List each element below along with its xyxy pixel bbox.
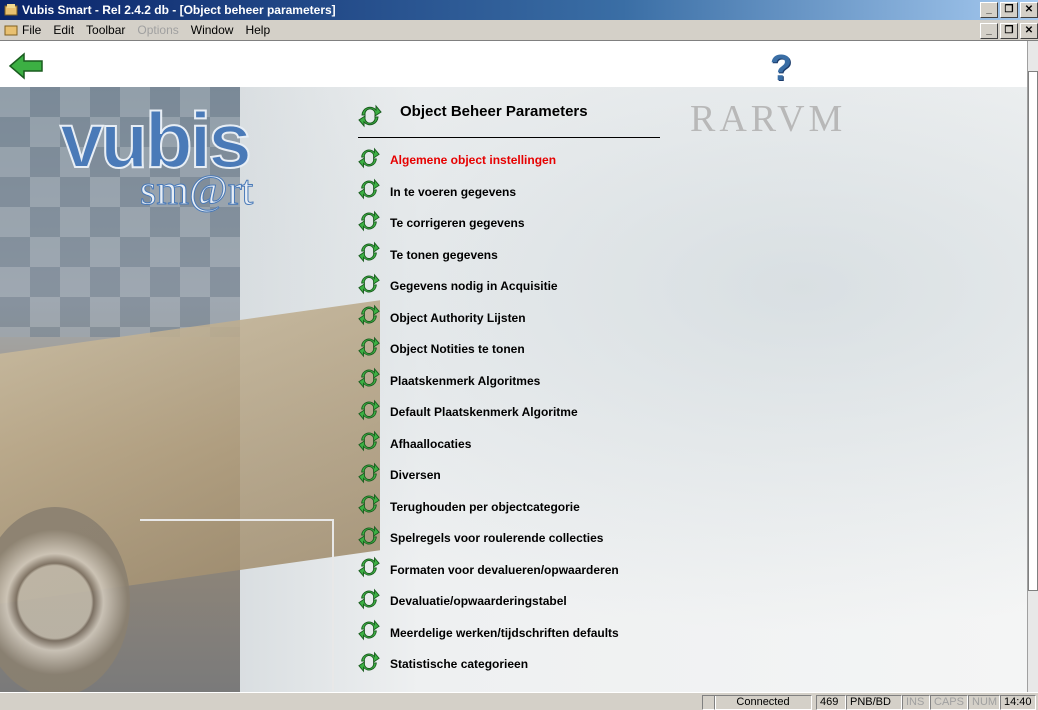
page-title: Object Beheer Parameters [400,103,588,120]
menu-item-label[interactable]: Diversen [390,468,441,482]
menu-item[interactable]: Afhaallocaties [358,429,471,458]
menu-item-label[interactable]: Plaatskenmerk Algoritmes [390,374,540,388]
scrollbar-thumb[interactable] [1028,71,1038,591]
logo-line2: sm@rt [139,168,254,215]
menu-item[interactable]: Terughouden per objectcategorie [358,492,580,521]
back-arrow-icon[interactable] [8,51,44,81]
menu-help[interactable]: Help [245,23,270,37]
menu-item-label[interactable]: Afhaallocaties [390,437,471,451]
menu-item-label[interactable]: Formaten voor devalueren/opwaarderen [390,563,619,577]
refresh-arrows-icon[interactable] [358,398,380,427]
status-bar: Connected 469 PNB/BD INS CAPS NUM 14:40 [0,692,1038,710]
app-icon [4,4,18,16]
menu-item-label[interactable]: Algemene object instellingen [390,153,556,167]
status-num: NUM [968,695,1000,710]
status-ins: INS [902,695,930,710]
child-minimize-button[interactable]: _ [980,23,998,39]
help-button[interactable]: ? [770,47,792,89]
refresh-arrows-icon[interactable] [358,650,380,679]
refresh-arrows-icon[interactable] [358,335,380,364]
refresh-arrows-icon[interactable] [358,555,380,584]
child-restore-button[interactable]: ❐ [1000,23,1018,39]
close-button[interactable]: ✕ [1020,2,1038,18]
status-caps: CAPS [930,695,968,710]
menu-item-label[interactable]: In te voeren gegevens [390,185,516,199]
refresh-arrows-icon[interactable] [358,587,380,616]
menu-item[interactable]: Formaten voor devalueren/opwaarderen [358,555,619,584]
refresh-arrows-icon[interactable] [358,240,380,269]
window-title: Vubis Smart - Rel 2.4.2 db - [Object beh… [22,3,336,17]
status-time: 14:40 [1000,695,1036,710]
menu-item-label[interactable]: Statistische categorieen [390,657,528,671]
menu-bar: File Edit Toolbar Options Window Help _ ❐ ✕ [0,20,1038,41]
status-location: PNB/BD [846,695,902,710]
menu-item[interactable]: Spelregels voor roulerende collecties [358,525,603,551]
refresh-arrows-icon[interactable] [358,209,380,238]
menu-item-label[interactable]: Te tonen gegevens [390,248,498,262]
menu-item-label[interactable]: Terughouden per objectcategorie [390,500,580,514]
status-connection: Connected [714,695,812,710]
toolbar: ? [0,41,1028,89]
refresh-arrows-icon[interactable] [358,618,380,647]
menu-item-label[interactable]: Object Notities te tonen [390,342,525,356]
menu-options: Options [137,23,179,37]
menu-item[interactable]: Algemene object instellingen [358,147,556,173]
menu-item[interactable]: Object Authority Lijsten [358,303,526,332]
menu-item-label[interactable]: Spelregels voor roulerende collecties [390,531,603,545]
menu-item-label[interactable]: Devaluatie/opwaarderingstabel [390,594,567,608]
minimize-button[interactable]: _ [980,2,998,18]
menu-toolbar[interactable]: Toolbar [86,23,125,37]
menu-item-label[interactable]: Meerdelige werken/tijdschriften defaults [390,626,619,640]
refresh-arrows-icon[interactable] [358,524,380,553]
menu-item[interactable]: In te voeren gegevens [358,177,516,206]
refresh-arrows-icon[interactable] [358,366,380,395]
menu-item[interactable]: Meerdelige werken/tijdschriften defaults [358,618,619,647]
menu-item[interactable]: Devaluatie/opwaarderingstabel [358,588,567,614]
menu-item[interactable]: Diversen [358,462,441,488]
refresh-arrows-icon[interactable] [358,272,380,301]
document-icon[interactable] [4,23,18,37]
menu-item[interactable]: Te tonen gegevens [358,240,498,269]
refresh-arrows-icon [358,104,382,128]
child-close-button[interactable]: ✕ [1020,23,1038,39]
refresh-arrows-icon[interactable] [358,429,380,458]
refresh-arrows-icon[interactable] [358,303,380,332]
refresh-arrows-icon[interactable] [358,492,380,521]
menu-item[interactable]: Gegevens nodig in Acquisitie [358,273,558,299]
refresh-arrows-icon[interactable] [358,146,380,175]
vubis-logo: vubis sm@rt [59,95,300,215]
content-area: RARVM vubis sm@rt Object Beheer Paramete… [0,87,1028,692]
menu-item-label[interactable]: Default Plaatskenmerk Algoritme [390,405,578,419]
menu-item[interactable]: Te corrigeren gegevens [358,210,525,236]
menu-item[interactable]: Default Plaatskenmerk Algoritme [358,399,578,425]
decorative-frame [140,519,334,691]
vertical-scrollbar[interactable] [1027,41,1038,692]
menu-item-label[interactable]: Object Authority Lijsten [390,311,526,325]
restore-button[interactable]: ❐ [1000,2,1018,18]
refresh-arrows-icon[interactable] [358,461,380,490]
menu-item[interactable]: Statistische categorieen [358,651,528,677]
menu-file[interactable]: File [22,23,41,37]
window-title-bar: Vubis Smart - Rel 2.4.2 db - [Object beh… [0,0,1038,20]
menu-item[interactable]: Plaatskenmerk Algoritmes [358,366,540,395]
status-count: 469 [816,695,846,710]
page-header: Object Beheer Parameters [358,103,660,138]
background-caption: RARVM [690,98,847,140]
refresh-arrows-icon[interactable] [358,177,380,206]
menu-item[interactable]: Object Notities te tonen [358,336,525,362]
menu-item-label[interactable]: Te corrigeren gegevens [390,216,525,230]
menu-edit[interactable]: Edit [53,23,74,37]
menu-item-label[interactable]: Gegevens nodig in Acquisitie [390,279,558,293]
menu-window[interactable]: Window [191,23,234,37]
